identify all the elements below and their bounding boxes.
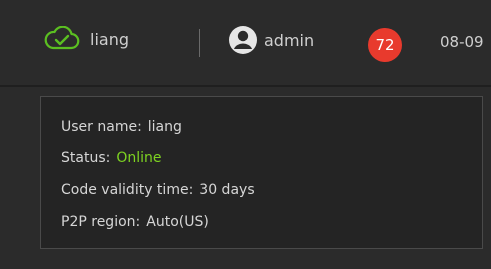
code-validity-value: 30 days bbox=[199, 182, 255, 198]
user-name-label: User name: bbox=[61, 119, 142, 135]
account-info-panel: User name: liang Status: Online Code valid… bbox=[40, 96, 483, 249]
status-label: Status: bbox=[61, 150, 111, 166]
user-menu[interactable]: admin bbox=[228, 25, 314, 55]
status-row: Status: Online bbox=[61, 150, 162, 166]
code-validity-row: Code validity time: 30 days bbox=[61, 182, 255, 198]
date-label: 08-09 bbox=[440, 33, 484, 51]
user-avatar-icon bbox=[228, 25, 258, 55]
user-name-value: liang bbox=[147, 119, 182, 135]
top-bar: liang admin 72 08-09 bbox=[0, 0, 491, 87]
user-name-label: admin bbox=[264, 30, 315, 50]
header-divider bbox=[199, 29, 200, 57]
cloud-status[interactable]: liang bbox=[44, 26, 129, 52]
cloud-check-icon bbox=[44, 26, 80, 52]
notification-badge[interactable]: 72 bbox=[368, 28, 402, 62]
user-name-row: User name: liang bbox=[61, 119, 182, 135]
p2p-region-value: Auto(US) bbox=[146, 214, 209, 230]
p2p-region-row: P2P region: Auto(US) bbox=[61, 214, 209, 230]
p2p-region-label: P2P region: bbox=[61, 214, 141, 230]
status-value: Online bbox=[116, 150, 162, 166]
cloud-account-label: liang bbox=[90, 29, 129, 49]
code-validity-label: Code validity time: bbox=[61, 182, 194, 198]
